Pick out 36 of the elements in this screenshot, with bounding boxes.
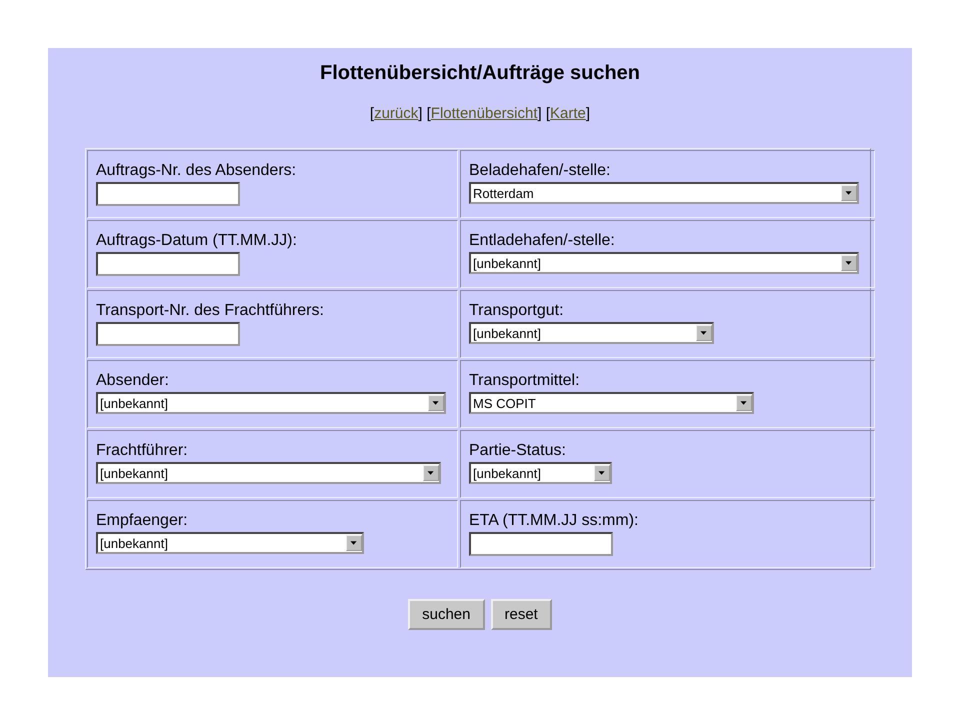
reset-button[interactable]: reset [490,599,552,630]
bracket-text: ] [586,105,590,122]
field-label: Entladehafen/-stelle: [469,232,615,250]
field-label: Transportmittel: [469,372,580,390]
input-field[interactable] [96,252,240,276]
dropdown-field[interactable]: [unbekannt] [96,392,446,414]
nav-link[interactable]: Karte [550,105,586,122]
nav-link[interactable]: zurück [374,105,418,122]
nav-link[interactable]: Flottenübersicht [430,105,538,122]
dropdown-field[interactable]: [unbekannt] [469,322,714,344]
field-label: Empfaenger: [96,512,188,530]
search-button[interactable]: suchen [408,599,484,630]
bracket-text: ] [418,105,422,122]
field-label: Transport-Nr. des Frachtführers: [96,302,324,320]
dropdown-field[interactable]: [unbekannt] [469,462,612,484]
dropdown-field[interactable]: MS COPIT [469,392,754,414]
field-label: Beladehafen/-stelle: [469,162,610,180]
input-field[interactable] [96,182,240,206]
bracket-text: [ [426,105,431,122]
field-label: ETA (TT.MM.JJ ss:mm): [469,512,638,530]
input-field[interactable] [96,322,240,346]
bracket-text: [ [370,105,374,122]
field-label: Auftrags-Nr. des Absenders: [96,162,296,180]
field-label: Transportgut: [469,302,564,320]
dropdown-field[interactable]: [unbekannt] [469,252,859,274]
field-label: Partie-Status: [469,442,566,460]
dropdown-field[interactable]: [unbekannt] [96,462,441,484]
bracket-text: ] [538,105,542,122]
field-label: Absender: [96,372,169,390]
bracket-text: [ [546,105,550,122]
field-label: Auftrags-Datum (TT.MM.JJ): [96,232,297,250]
dropdown-field[interactable]: [unbekannt] [96,532,364,554]
input-field[interactable] [469,532,613,556]
dropdown-field[interactable]: Rotterdam [469,182,859,204]
page-title: Flottenübersicht/Aufträge suchen [320,62,640,85]
field-label: Frachtführer: [96,442,188,460]
